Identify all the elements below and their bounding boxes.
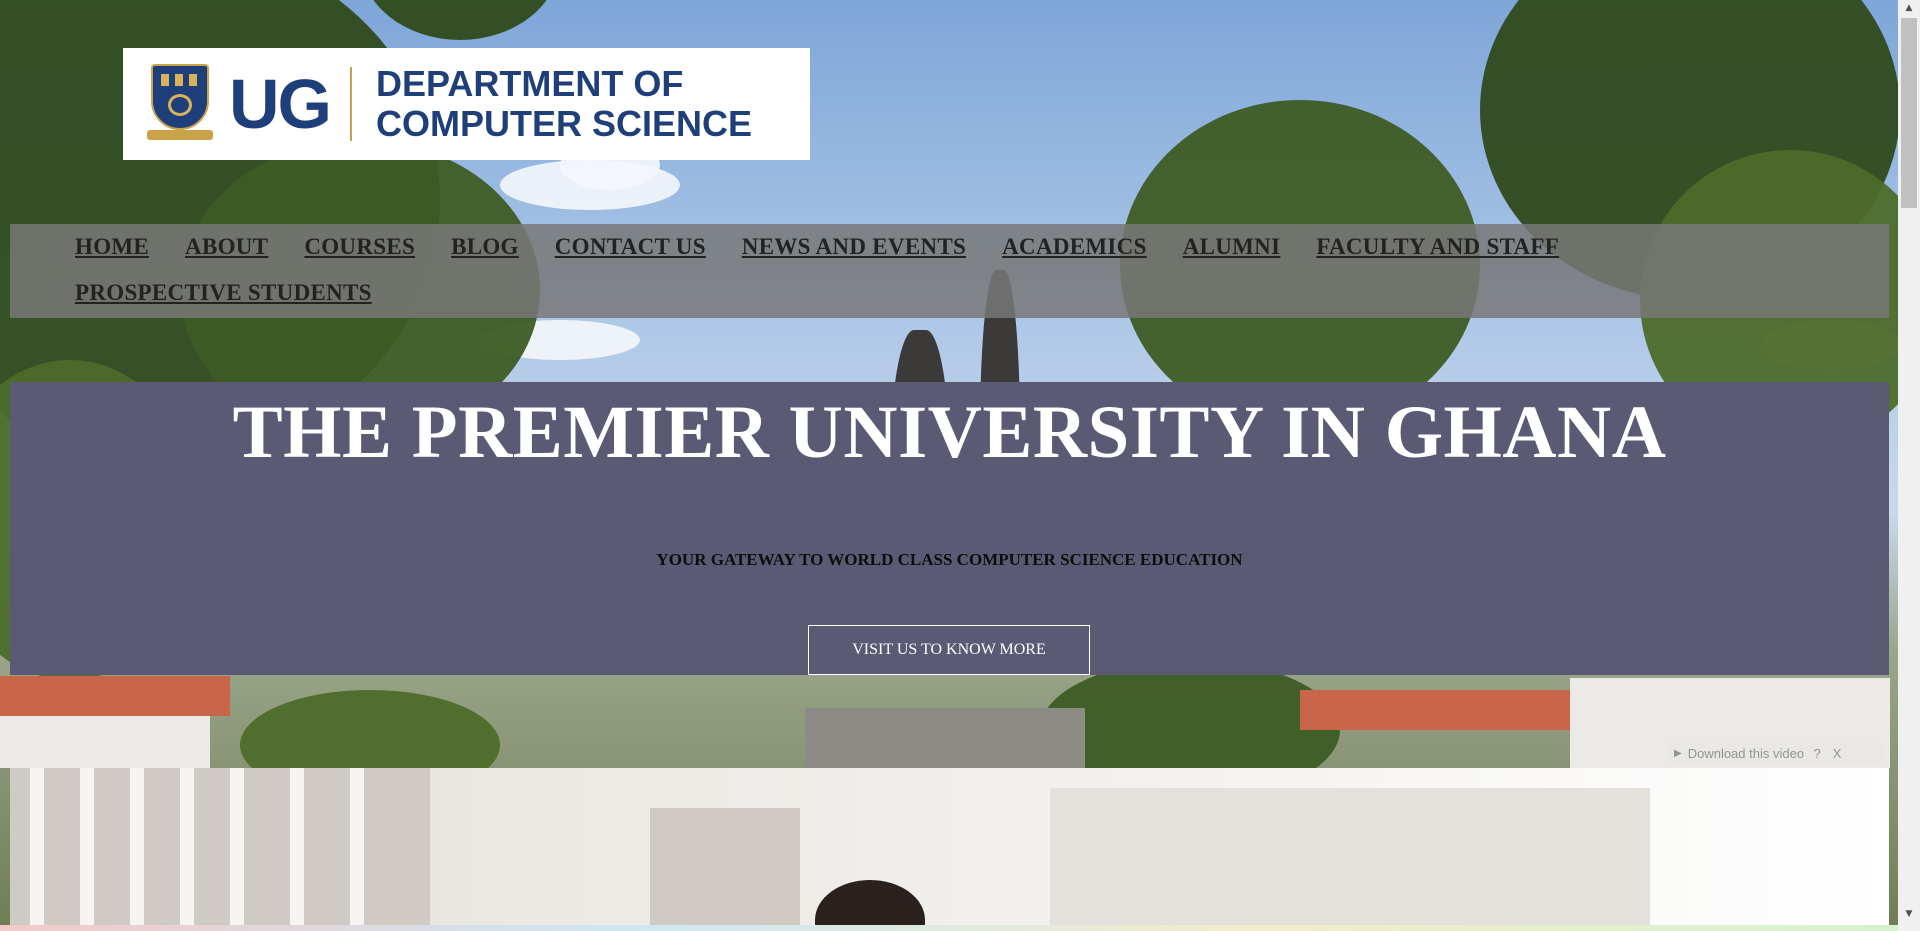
nav-list: HOME ABOUT COURSES BLOG CONTACT US NEWS …: [10, 224, 1615, 316]
scroll-down-icon[interactable]: ▼: [1898, 906, 1920, 923]
nav-item: ALUMNI: [1183, 224, 1281, 270]
nav-link-blog[interactable]: BLOG: [451, 234, 519, 260]
help-icon[interactable]: ?: [1810, 746, 1824, 761]
nav-link-about[interactable]: ABOUT: [185, 234, 268, 260]
nav-item: FACULTY AND STAFF: [1316, 224, 1559, 270]
page-scrollbar[interactable]: ▲ ▼: [1898, 0, 1920, 931]
nav-link-prospective-students[interactable]: PROSPECTIVE STUDENTS: [75, 280, 372, 306]
nav-link-alumni[interactable]: ALUMNI: [1183, 234, 1281, 260]
bottom-strip: [0, 925, 1898, 931]
nav-link-contact-us[interactable]: CONTACT US: [555, 234, 706, 260]
nav-item: ABOUT: [185, 224, 268, 270]
person-silhouette: [815, 880, 925, 931]
play-icon: ▶: [1674, 747, 1682, 759]
nav-item: PROSPECTIVE STUDENTS: [75, 270, 372, 316]
scrollbar-thumb[interactable]: [1901, 18, 1917, 208]
nav-link-home[interactable]: HOME: [75, 234, 149, 260]
nav-item: HOME: [75, 224, 149, 270]
hero-banner: THE PREMIER UNIVERSITY IN GHANA YOUR GAT…: [10, 382, 1889, 675]
download-video-bar[interactable]: ▶ Download this video ? X: [1666, 742, 1884, 764]
logo-abbreviation: UG: [229, 65, 332, 143]
nav-link-courses[interactable]: COURSES: [304, 234, 415, 260]
nav-item: CONTACT US: [555, 224, 706, 270]
nav-item: COURSES: [304, 224, 415, 270]
logo-department-name: DEPARTMENT OF COMPUTER SCIENCE: [376, 64, 752, 144]
visit-us-button[interactable]: VISIT US TO KNOW MORE: [808, 625, 1090, 675]
nav-item: ACADEMICS: [1002, 224, 1147, 270]
nav-link-news-and-events[interactable]: NEWS AND EVENTS: [742, 234, 966, 260]
scroll-up-icon[interactable]: ▲: [1898, 0, 1920, 17]
intro-video[interactable]: [10, 768, 1889, 931]
download-video-label[interactable]: Download this video: [1688, 746, 1804, 761]
main-navigation: HOME ABOUT COURSES BLOG CONTACT US NEWS …: [10, 224, 1889, 318]
close-icon[interactable]: X: [1830, 746, 1844, 761]
nav-link-faculty-and-staff[interactable]: FACULTY AND STAFF: [1316, 234, 1559, 260]
logo-divider: [350, 67, 352, 141]
nav-link-academics[interactable]: ACADEMICS: [1002, 234, 1147, 260]
department-logo[interactable]: UG DEPARTMENT OF COMPUTER SCIENCE: [123, 48, 810, 160]
nav-item: NEWS AND EVENTS: [742, 224, 966, 270]
logo-dept-line1: DEPARTMENT OF: [376, 63, 684, 104]
nav-item: BLOG: [451, 224, 519, 270]
hero-title: THE PREMIER UNIVERSITY IN GHANA: [232, 391, 1667, 474]
logo-dept-line2: COMPUTER SCIENCE: [376, 103, 753, 144]
hero-subtitle: YOUR GATEWAY TO WORLD CLASS COMPUTER SCI…: [656, 550, 1243, 569]
university-crest-icon: [147, 64, 213, 144]
